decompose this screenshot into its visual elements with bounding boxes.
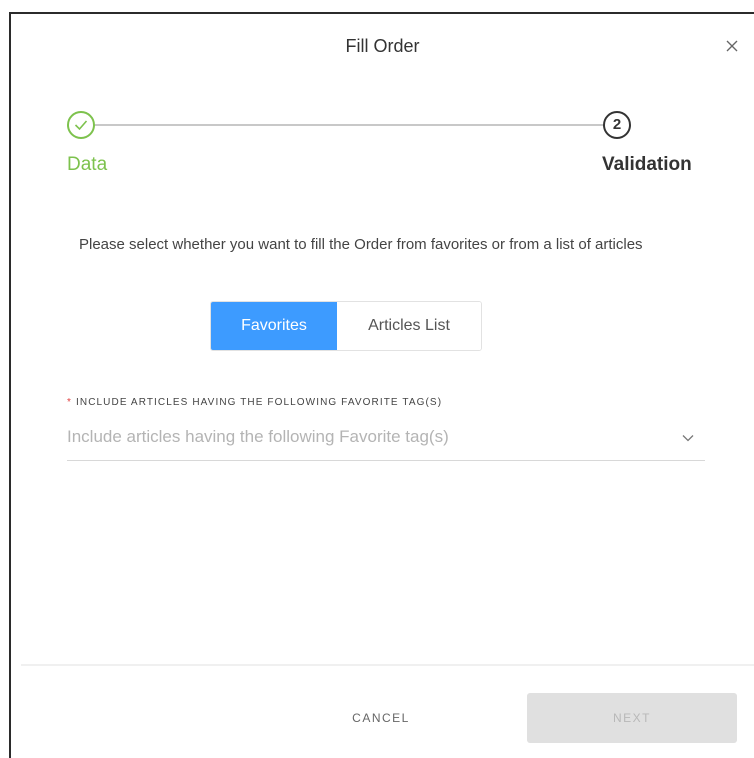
close-icon [726,40,738,52]
step-validation-label: Validation [602,154,692,175]
tag-field-label-text: INCLUDE ARTICLES HAVING THE FOLLOWING FA… [76,397,443,408]
step-data-indicator [67,111,95,139]
toggle-articles-list[interactable]: Articles List [337,302,481,350]
chevron-down-icon [682,435,694,442]
tag-field-label: * INCLUDE ARTICLES HAVING THE FOLLOWING F… [67,397,442,408]
required-marker: * [67,397,72,408]
instructions-text: Please select whether you want to fill t… [79,236,643,253]
cancel-button[interactable]: CANCEL [316,698,446,738]
check-icon [74,120,88,131]
stepper-connector [95,124,603,126]
step-data-label: Data [67,154,108,175]
step-validation-number: 2 [603,111,631,139]
source-toggle: Favorites Articles List [210,301,482,351]
favorite-tags-placeholder: Include articles having the following Fa… [67,427,449,446]
fill-order-dialog: Fill Order Data 2 Validation Please sele… [9,12,754,758]
toggle-favorites[interactable]: Favorites [211,302,337,350]
close-button[interactable] [724,38,740,54]
favorite-tags-select[interactable]: Include articles having the following Fa… [67,423,705,461]
footer-divider [21,664,754,666]
next-button[interactable]: NEXT [527,693,737,743]
dialog-title: Fill Order [345,36,420,56]
